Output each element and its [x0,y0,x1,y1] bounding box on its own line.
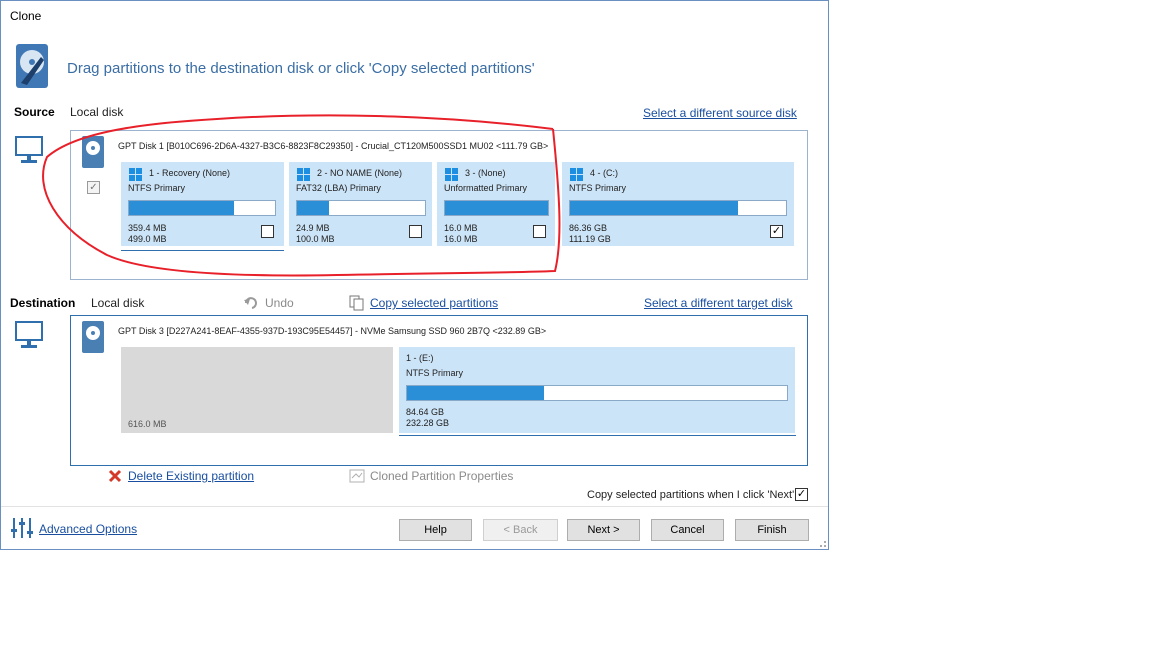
partition-title: 4 - (C:) [590,168,618,178]
properties-icon [349,469,365,483]
select-target-disk-link[interactable]: Select a different target disk [644,296,793,310]
copy-on-next-label: Copy selected partitions when I click 'N… [587,489,795,501]
partition-usage-bar [569,200,787,216]
partition-checkbox[interactable]: ✓ [770,225,783,238]
copy-on-next-checkbox[interactable]: ✓ [795,488,808,501]
next-button[interactable]: Next > [567,519,640,541]
footer-divider [1,506,828,507]
resize-grip-icon[interactable] [817,538,827,548]
partition-underline [399,435,796,436]
partition-usage-fill [407,386,544,400]
advanced-options-link[interactable]: Advanced Options [39,522,137,536]
undo-icon [244,297,257,309]
partition-total: 111.19 GB [569,234,611,244]
destination-disk-panel: GPT Disk 3 [D227A241-8EAF-4355-937D-193C… [70,315,808,466]
destination-type-label: Local disk [91,296,145,310]
windows-icon [570,168,584,181]
cancel-button[interactable]: Cancel [651,519,724,541]
instruction-text: Drag partitions to the destination disk … [67,60,535,77]
sliders-icon [11,518,33,538]
partition-total: 232.28 GB [406,418,450,428]
copy-selected-partitions-link[interactable]: Copy selected partitions [370,296,498,310]
clone-wizard-icon [16,44,48,88]
clone-dialog: Clone Drag partitions to the destination… [0,0,829,550]
select-source-disk-link[interactable]: Select a different source disk [643,106,797,120]
red-annotation-circle [42,114,561,277]
destination-partition-1[interactable]: 1 - (E:) NTFS Primary 84.64 GB 232.28 GB [399,347,795,433]
unallocated-space[interactable]: 616.0 MB [121,347,393,433]
partition-title: 1 - (E:) [406,353,434,363]
finish-button[interactable]: Finish [735,519,809,541]
delete-partition-link[interactable]: Delete Existing partition [128,469,254,483]
window-title: Clone [10,9,42,23]
destination-label: Destination [10,296,76,310]
monitor-icon [15,321,43,348]
undo-button[interactable]: Undo [265,296,294,310]
unallocated-size: 616.0 MB [128,419,167,429]
help-button[interactable]: Help [399,519,472,541]
cloned-partition-properties[interactable]: Cloned Partition Properties [370,469,513,483]
hard-disk-icon [82,321,104,353]
copy-icon [349,295,364,311]
source-partition-4[interactable]: 4 - (C:) NTFS Primary 86.36 GB 111.19 GB… [562,162,794,246]
partition-usage-bar [406,385,788,401]
partition-filesystem: NTFS Primary [569,183,626,193]
back-button[interactable]: < Back [483,519,558,541]
partition-filesystem: NTFS Primary [406,368,463,378]
partition-used: 86.36 GB [569,223,608,233]
partition-used: 84.64 GB [406,407,445,417]
delete-icon [108,469,122,483]
partition-usage-fill [570,201,739,215]
destination-disk-title: GPT Disk 3 [D227A241-8EAF-4355-937D-193C… [118,326,547,336]
